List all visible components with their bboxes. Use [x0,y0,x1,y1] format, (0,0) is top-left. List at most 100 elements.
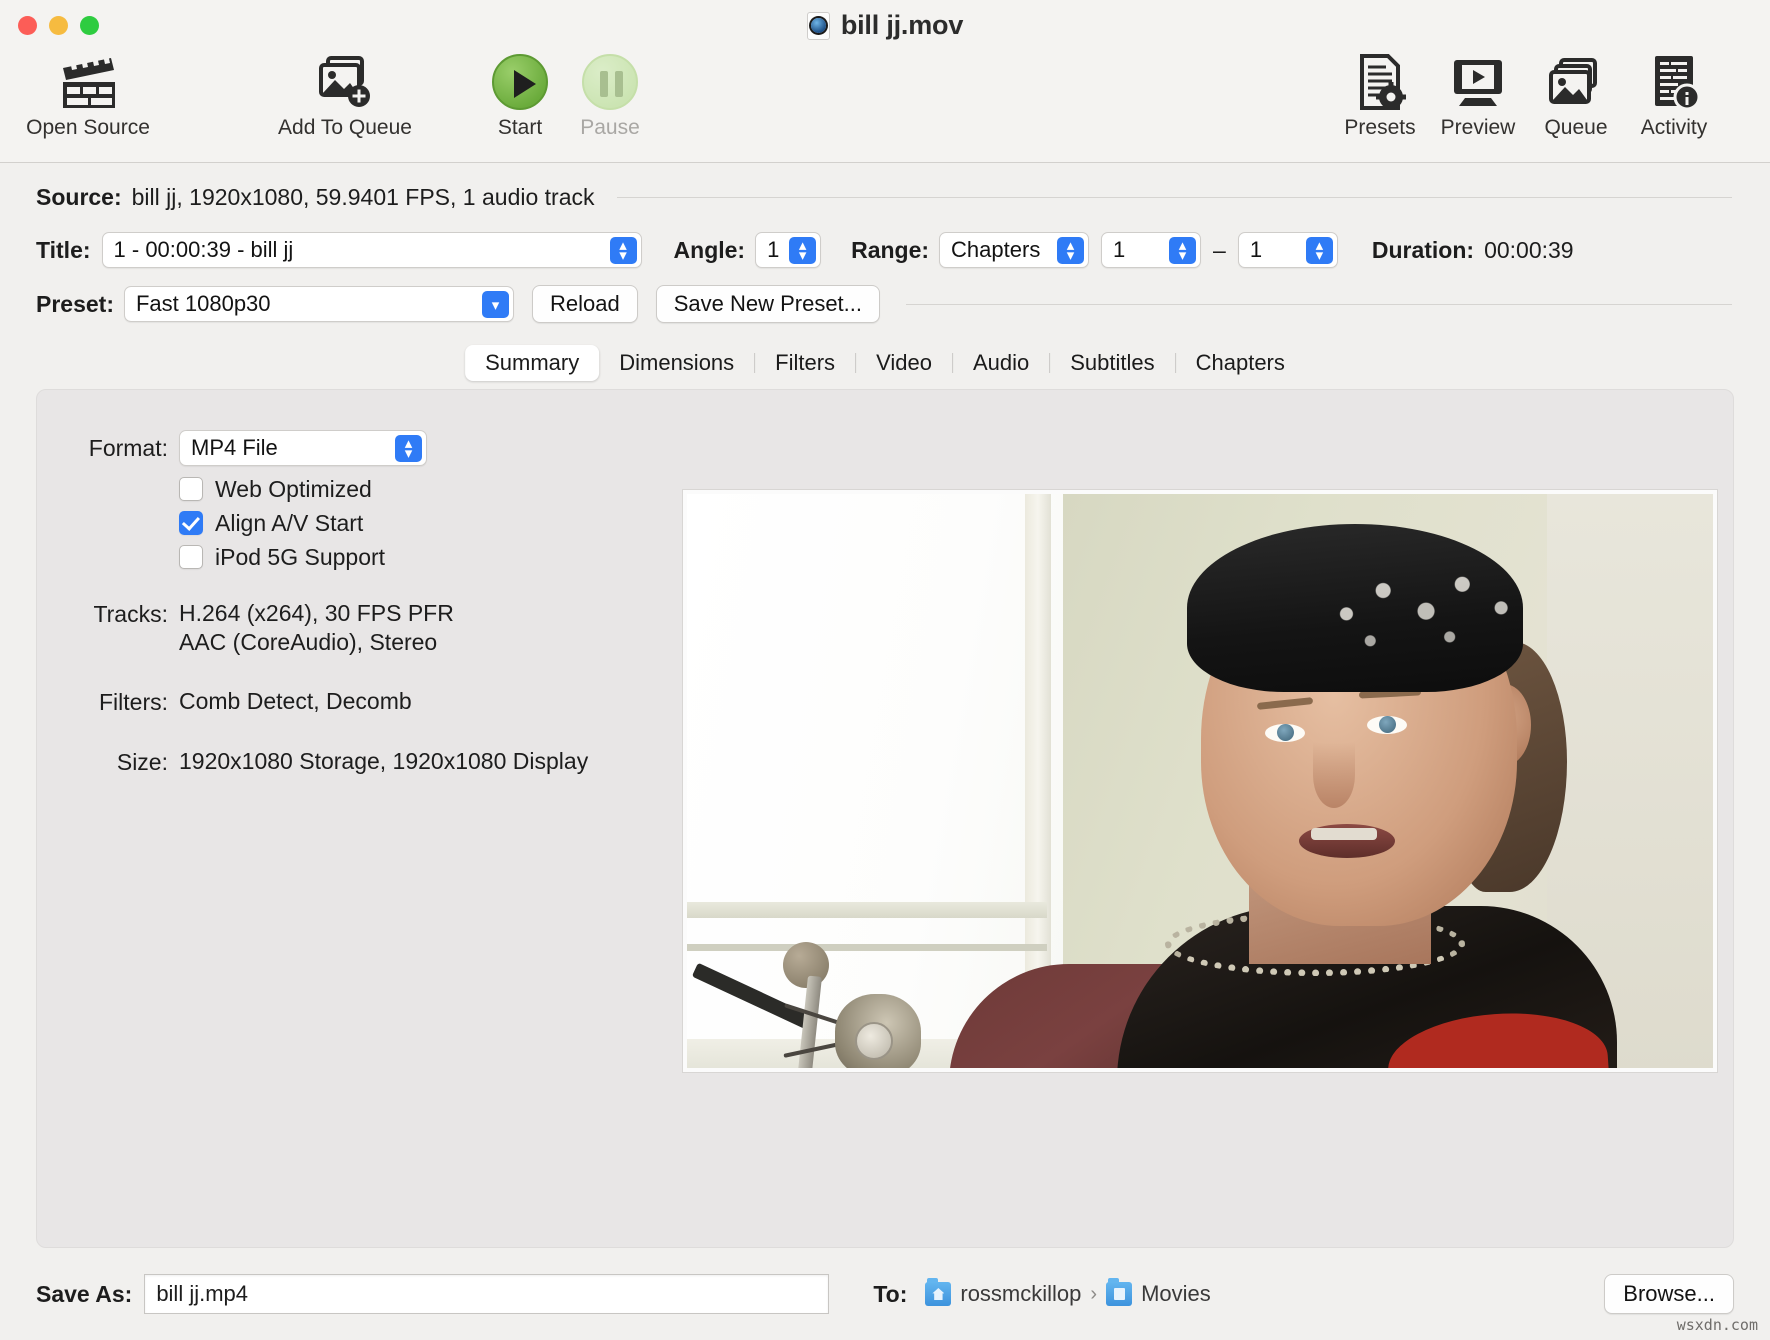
summary-panel: Format: MP4 File ▴ ▾ Web Optimized Align … [36,389,1734,1248]
toolbar-pause-label: Pause [580,116,640,139]
range-label: Range: [851,236,930,263]
title-bar: bill jj.mov Open Source Add To Queue Sta… [0,0,1770,163]
breadcrumb-user[interactable]: rossmckillop [925,1278,1082,1307]
reload-button[interactable]: Reload [531,285,638,323]
format-select[interactable]: MP4 File ▴ ▾ [179,430,427,466]
browse-button[interactable]: Browse... [1604,1274,1734,1314]
toolbar-activity[interactable]: Activity [1604,48,1744,140]
size-label: Size: [116,748,168,775]
tab-filters[interactable]: Filters [755,345,855,381]
toolbar-add-to-queue[interactable]: Add To Queue [275,48,415,140]
tab-subtitles[interactable]: Subtitles [1050,345,1174,381]
save-as-value: bill jj.mp4 [156,1281,249,1306]
source-value: bill jj, 1920x1080, 59.9401 FPS, 1 audio… [131,183,595,210]
angle-label: Angle: [673,236,746,263]
document-info-icon [1647,48,1701,110]
toolbar-pause[interactable]: Pause [540,48,680,140]
tracks-audio-value: AAC (CoreAudio), Stereo [179,628,438,655]
format-stepper-icon: ▴ ▾ [395,435,422,462]
checkbox-align-av-start-label: Align A/V Start [215,509,364,536]
range-kind-value: Chapters [951,237,1041,262]
angle-select-value: 1 [767,237,780,262]
tab-summary[interactable]: Summary [465,345,600,381]
to-label: To: [873,1280,908,1307]
toolbar-presets-label: Presets [1344,116,1416,139]
range-start-select[interactable]: 1 ▴ ▾ [1101,232,1202,268]
tracks-label: Tracks: [93,601,168,627]
checkbox-align-av-start[interactable]: Align A/V Start [179,506,623,540]
format-options: Web Optimized Align A/V Start iPod 5G Su… [179,472,623,574]
title-select[interactable]: 1 - 00:00:39 - bill jj ▴ ▾ [101,232,642,268]
tab-summary-label: Summary [485,350,580,375]
toolbar-start-label: Start [497,116,543,139]
quicktime-document-icon [806,11,830,40]
preset-select[interactable]: Fast 1080p30 ▾ [123,286,514,322]
summary-form: Format: MP4 File ▴ ▾ Web Optimized Align … [63,430,623,782]
save-new-preset-label: Save New Preset... [673,291,863,316]
reload-button-label: Reload [549,291,620,316]
checkbox-box-checked [179,511,203,535]
angle-stepper-icon: ▴ ▾ [789,237,817,264]
breadcrumb-folder-label: Movies [1141,1281,1211,1306]
tab-video[interactable]: Video [856,345,952,381]
tab-filters-label: Filters [775,350,836,375]
tab-chapters-label: Chapters [1195,350,1285,375]
preset-divider [906,303,1732,305]
source-label: Source: [36,183,122,210]
checkbox-web-optimized[interactable]: Web Optimized [179,472,623,506]
range-end-value: 1 [1249,237,1263,262]
source-divider [616,196,1732,198]
clapperboard-icon [57,48,119,110]
toolbar-preview-label: Preview [1440,116,1516,139]
toolbar-activity-label: Activity [1640,116,1708,139]
window-title-text: bill jj.mov [840,10,964,40]
size-row: Size: 1920x1080 Storage, 1920x1080 Displ… [63,744,623,776]
document-gear-icon [1353,48,1407,110]
toolbar-open-source-label: Open Source [26,116,150,139]
save-as-label: Save As: [36,1280,133,1307]
toolbar-queue-label: Queue [1544,116,1608,139]
filters-row: Filters: Comb Detect, Decomb [63,684,623,716]
destination-bar: Save As: bill jj.mp4 To: rossmckillop › … [0,1248,1770,1340]
breadcrumb-user-label: rossmckillop [960,1281,1082,1306]
tab-video-label: Video [876,350,932,375]
checkbox-ipod-5g-label: iPod 5G Support [215,543,386,570]
checkbox-box [179,477,203,501]
checkbox-web-optimized-label: Web Optimized [215,475,372,502]
duration-label: Duration: [1371,236,1475,263]
monitor-play-icon [1449,48,1507,110]
tab-subtitles-label: Subtitles [1070,350,1155,375]
range-end-select[interactable]: 1 ▴ ▾ [1237,232,1338,268]
filters-label: Filters: [99,688,168,715]
microphone-joint [783,942,829,988]
tab-audio-label: Audio [972,350,1030,375]
window-title: bill jj.mov [0,10,1770,41]
tab-chapters[interactable]: Chapters [1176,345,1305,381]
duration-value: 00:00:39 [1484,236,1574,263]
preset-label: Preset: [36,290,114,317]
tab-dimensions[interactable]: Dimensions [599,345,754,381]
angle-select[interactable]: 1 ▴ ▾ [755,232,822,268]
checkbox-ipod-5g-support[interactable]: iPod 5G Support [179,540,623,574]
meta-section: Source: bill jj, 1920x1080, 59.9401 FPS,… [0,163,1770,331]
title-label: Title: [36,236,91,263]
save-as-input[interactable]: bill jj.mp4 [144,1274,830,1314]
format-label: Format: [88,435,168,461]
title-select-value: 1 - 00:00:39 - bill jj [113,237,294,262]
destination-breadcrumb[interactable]: rossmckillop › Movies [925,1278,1211,1307]
home-folder-icon [925,1278,952,1306]
range-dash: – [1213,236,1226,263]
tab-audio[interactable]: Audio [953,345,1049,381]
range-start-value: 1 [1113,237,1126,262]
toolbar-open-source[interactable]: Open Source [18,48,158,140]
tab-dimensions-label: Dimensions [619,350,735,375]
title-row: Title: 1 - 00:00:39 - bill jj ▴ ▾ Angle: … [36,223,1734,277]
range-kind-select[interactable]: Chapters ▴ ▾ [939,232,1090,268]
preview-image[interactable] [683,490,1717,1072]
breadcrumb-folder[interactable]: Movies [1106,1278,1211,1307]
preset-select-value: Fast 1080p30 [135,291,271,316]
format-row: Format: MP4 File ▴ ▾ [63,430,623,466]
range-start-stepper-icon: ▴ ▾ [1169,237,1197,264]
tab-bar: Summary Dimensions Filters Video Audio S… [0,345,1770,381]
save-new-preset-button[interactable]: Save New Preset... [655,285,881,323]
